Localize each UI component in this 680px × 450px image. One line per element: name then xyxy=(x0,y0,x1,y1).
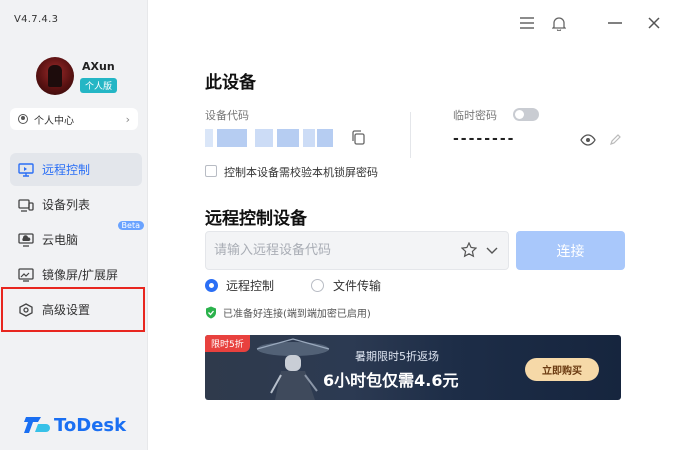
minimize-icon[interactable] xyxy=(604,12,626,34)
copy-icon[interactable] xyxy=(351,130,365,145)
sidebar-item-label: 远程控制 xyxy=(42,163,91,177)
sidebar-item-label: 云电脑 xyxy=(42,233,79,247)
chevron-right-icon: › xyxy=(125,112,130,126)
username: AXun xyxy=(82,60,115,73)
avatar[interactable] xyxy=(36,57,74,95)
radio-remote-control[interactable] xyxy=(205,279,218,292)
temp-password-label: 临时密码 xyxy=(453,109,497,122)
temp-password-value: -------- xyxy=(453,131,516,147)
close-icon[interactable] xyxy=(643,12,665,34)
connection-status: 已准备好连接(端到端加密已启用) xyxy=(205,305,371,320)
personal-center-label: 个人中心 xyxy=(34,115,74,127)
sidebar-item-label: 设备列表 xyxy=(42,198,91,212)
mirror-screen-icon xyxy=(18,267,34,282)
promo-banner[interactable]: 限时5折 暑期限时5折返场 6小时包仅需4.6元 立即购买 xyxy=(205,335,621,400)
banner-headline: 6小时包仅需4.6元 xyxy=(323,371,459,390)
connect-button[interactable]: 连接 xyxy=(516,231,625,270)
remote-control-title: 远程控制设备 xyxy=(205,209,307,229)
todesk-logo-icon xyxy=(24,417,50,433)
highlight-annotation xyxy=(1,287,145,332)
sidebar: V4.7.4.3 AXun 个人版 个人中心 › 远程控制 设备列表 云电脑 B… xyxy=(0,0,148,450)
sidebar-item-device-list[interactable]: 设备列表 xyxy=(10,188,142,221)
device-code-label: 设备代码 xyxy=(205,109,249,122)
sidebar-item-label: 镜像屏/扩展屏 xyxy=(42,268,119,282)
eye-icon[interactable] xyxy=(580,134,596,146)
devices-icon xyxy=(18,198,34,212)
temp-password-toggle[interactable] xyxy=(513,108,539,121)
shield-check-icon xyxy=(206,306,216,319)
bell-icon[interactable] xyxy=(548,12,570,34)
this-device-title: 此设备 xyxy=(205,73,256,93)
cloud-pc-icon xyxy=(18,232,34,247)
lock-password-checkbox[interactable] xyxy=(205,165,217,177)
edit-icon[interactable] xyxy=(609,133,622,146)
todesk-logo: ToDesk xyxy=(24,414,126,436)
personal-center-button[interactable]: 个人中心 › xyxy=(10,108,138,130)
sidebar-item-remote-control[interactable]: 远程控制 xyxy=(10,153,142,186)
buy-now-button[interactable]: 立即购买 xyxy=(525,358,599,381)
banner-subtitle: 暑期限时5折返场 xyxy=(355,350,439,363)
lock-password-checkbox-label: 控制本设备需校验本机锁屏密码 xyxy=(224,166,378,179)
user-icon xyxy=(18,114,28,124)
radio-file-transfer-label: 文件传输 xyxy=(333,279,382,293)
connection-status-text: 已准备好连接(端到端加密已启用) xyxy=(223,309,371,320)
menu-icon[interactable] xyxy=(516,12,538,34)
star-icon[interactable] xyxy=(461,242,477,258)
banner-tag: 限时5折 xyxy=(205,335,250,352)
sidebar-item-cloud-pc[interactable]: 云电脑 Beta xyxy=(10,221,144,256)
monitor-icon xyxy=(18,162,34,177)
radio-remote-control-label: 远程控制 xyxy=(226,279,275,293)
brand-name: ToDesk xyxy=(54,414,127,436)
radio-file-transfer[interactable] xyxy=(311,279,324,292)
device-code-value xyxy=(205,129,335,147)
app-version: V4.7.4.3 xyxy=(14,14,59,25)
divider xyxy=(410,112,411,158)
plan-badge: 个人版 xyxy=(80,78,118,93)
chevron-down-icon[interactable] xyxy=(485,243,499,257)
beta-badge: Beta xyxy=(117,221,144,230)
